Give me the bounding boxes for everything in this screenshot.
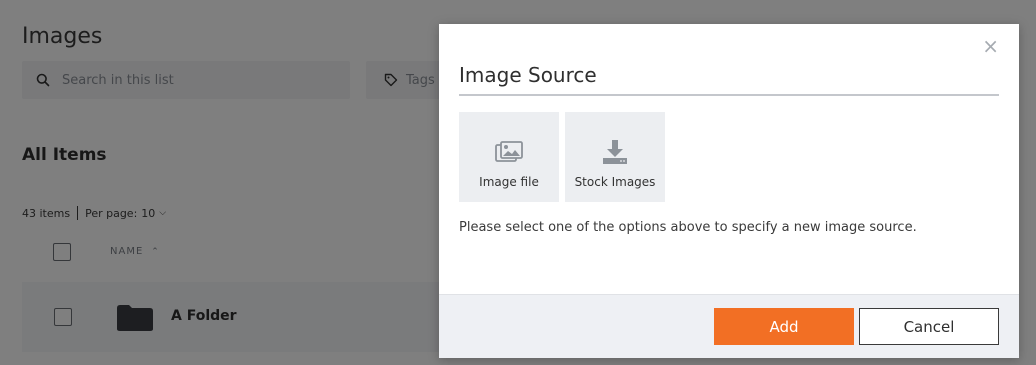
help-text: Please select one of the options above t… bbox=[459, 220, 917, 235]
option-label: Image file bbox=[479, 175, 539, 189]
title-underline bbox=[459, 94, 999, 96]
image-source-dialog: × Image Source Image file Stock Images P… bbox=[439, 24, 1019, 358]
dialog-title: Image Source bbox=[459, 63, 597, 87]
source-options: Image file Stock Images bbox=[459, 112, 665, 202]
add-button[interactable]: Add bbox=[714, 308, 854, 345]
image-gallery-icon bbox=[495, 141, 523, 162]
close-icon[interactable]: × bbox=[982, 36, 999, 56]
option-stock-images[interactable]: Stock Images bbox=[565, 112, 665, 202]
option-label: Stock Images bbox=[574, 175, 656, 189]
download-icon bbox=[603, 140, 627, 164]
option-image-file[interactable]: Image file bbox=[459, 112, 559, 202]
cancel-button[interactable]: Cancel bbox=[859, 308, 999, 345]
dialog-footer: Add Cancel bbox=[439, 294, 1019, 358]
